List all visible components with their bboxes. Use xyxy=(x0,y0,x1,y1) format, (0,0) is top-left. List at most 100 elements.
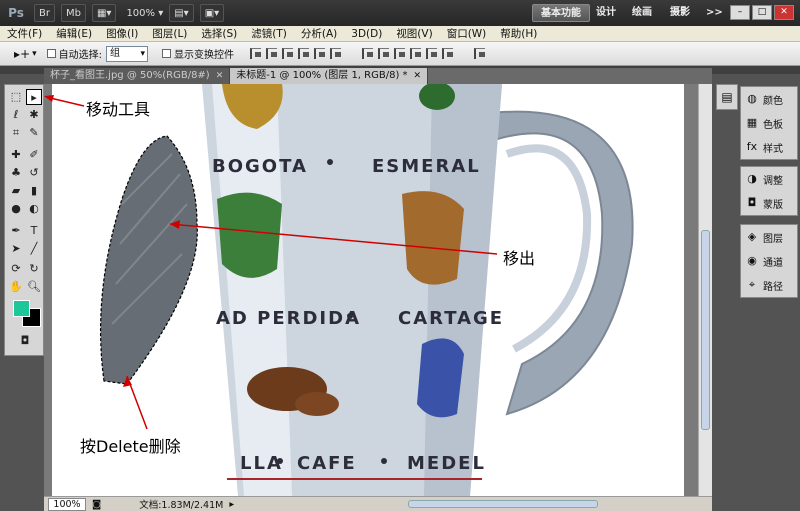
menu-file[interactable]: 文件(F) xyxy=(0,26,49,41)
history-panel-icon[interactable]: ▤ xyxy=(716,84,738,110)
foreground-color-swatch[interactable] xyxy=(13,300,30,317)
panel-styles[interactable]: fx 样式 xyxy=(741,135,797,159)
magic-wand-tool-icon[interactable]: ✱ xyxy=(26,107,42,123)
menu-help[interactable]: 帮助(H) xyxy=(493,26,544,41)
bridge-button[interactable]: Br xyxy=(34,4,55,22)
maximize-button[interactable]: □ xyxy=(752,5,772,20)
auto-select-dropdown[interactable]: 组 xyxy=(105,45,148,62)
menu-window[interactable]: 窗口(W) xyxy=(440,26,494,41)
clone-stamp-tool-icon[interactable]: ♣ xyxy=(8,165,24,181)
3d-rotate-tool-icon[interactable]: ⟳ xyxy=(8,261,24,277)
menu-view[interactable]: 视图(V) xyxy=(389,26,439,41)
close-button[interactable]: ✕ xyxy=(774,5,794,20)
workspace-design[interactable]: 设计 xyxy=(588,4,624,22)
brush-tool-icon[interactable]: ✐ xyxy=(26,147,42,163)
hand-tool-icon[interactable]: ✋ xyxy=(8,279,24,295)
distribute-right-icon[interactable] xyxy=(441,48,453,59)
panel-styles-label: 样式 xyxy=(763,143,783,155)
pen-tool-icon[interactable]: ✒ xyxy=(8,223,24,239)
workspace-painting[interactable]: 绘画 xyxy=(624,4,660,22)
blur-tool-icon[interactable]: ● xyxy=(8,201,24,217)
move-tool-icon[interactable]: ▸ xyxy=(26,89,42,105)
close-icon[interactable]: ✕ xyxy=(414,68,422,84)
status-zoom-field[interactable]: 100% xyxy=(48,497,86,511)
workspace-essentials[interactable]: 基本功能 xyxy=(532,4,590,22)
vertical-scroll-thumb[interactable] xyxy=(701,230,710,430)
horizontal-scroll-thumb[interactable] xyxy=(408,500,598,508)
line-tool-icon[interactable]: ╱ xyxy=(26,241,42,257)
menu-layer[interactable]: 图层(L) xyxy=(145,26,194,41)
close-icon[interactable]: ✕ xyxy=(216,68,224,84)
eyedropper-tool-icon[interactable]: ✎ xyxy=(26,125,42,141)
panel-masks-label: 蒙版 xyxy=(763,199,783,211)
panel-paths[interactable]: ⌖ 路径 xyxy=(741,273,797,297)
panel-layers[interactable]: ◈ 图层 xyxy=(741,225,797,249)
dodge-tool-icon[interactable]: ◐ xyxy=(26,201,42,217)
selection-fragment[interactable] xyxy=(99,135,198,385)
path-selection-tool-icon[interactable]: ➤ xyxy=(8,241,24,257)
layers-panel-group: ◈ 图层 ◉ 通道 ⌖ 路径 xyxy=(740,224,798,298)
auto-select-checkbox[interactable]: 自动选择: xyxy=(46,46,102,61)
distribute-bottom-icon[interactable] xyxy=(393,48,405,59)
menu-image[interactable]: 图像(I) xyxy=(99,26,145,41)
show-transform-checkbox[interactable]: 显示变换控件 xyxy=(161,46,234,61)
more-workspaces-button[interactable]: >> xyxy=(698,4,731,22)
zoom-level-dropdown[interactable]: 100% ▾ xyxy=(126,8,163,19)
distribute-buttons xyxy=(361,48,458,59)
panel-color[interactable]: ◍ 颜色 xyxy=(741,87,797,111)
layers-icon: ◈ xyxy=(747,230,757,243)
distribute-hcenter-icon[interactable] xyxy=(425,48,437,59)
menu-3d[interactable]: 3D(D) xyxy=(344,28,389,40)
vertical-scrollbar[interactable] xyxy=(698,84,712,496)
history-brush-tool-icon[interactable]: ↺ xyxy=(26,165,42,181)
3d-orbit-tool-icon[interactable]: ↻ xyxy=(26,261,42,277)
type-tool-icon[interactable]: T xyxy=(26,223,42,239)
lasso-tool-icon[interactable]: ℓ xyxy=(8,107,24,123)
menu-filter[interactable]: 滤镜(T) xyxy=(244,26,294,41)
right-panel-dock: ▤ ◍ 颜色 ▦ 色板 fx 样式 ◑ 调整 ◘ 蒙版 ◈ 图层 ◉ 通道 ⌖ 路径 xyxy=(712,74,800,511)
distribute-left-icon[interactable] xyxy=(409,48,421,59)
menu-edit[interactable]: 编辑(E) xyxy=(49,26,99,41)
screen-mode-icon[interactable]: ▣▾ xyxy=(199,4,225,22)
marquee-tool-icon[interactable]: ⬚ xyxy=(8,89,24,105)
checkbox-icon xyxy=(161,49,171,58)
panel-adjustments[interactable]: ◑ 调整 xyxy=(741,167,797,191)
align-hcenter-icon[interactable] xyxy=(313,48,325,59)
view-extras-icon[interactable]: ▦▾ xyxy=(91,4,117,22)
tab-cup-image[interactable]: 杯子_看图王.jpg @ 50%(RGB/8#) ✕ xyxy=(44,68,231,84)
crop-tool-icon[interactable]: ⌗ xyxy=(8,125,24,141)
status-menu-icon[interactable]: ▸ xyxy=(229,499,234,510)
quick-mask-icon[interactable]: ◘ xyxy=(8,333,42,349)
tool-preset-picker[interactable]: ▸+ xyxy=(14,47,30,61)
panel-masks[interactable]: ◘ 蒙版 xyxy=(741,191,797,215)
healing-brush-tool-icon[interactable]: ✚ xyxy=(8,147,24,163)
show-transform-label: 显示变换控件 xyxy=(173,50,234,61)
align-buttons xyxy=(249,48,346,59)
status-info-icon[interactable]: ◙ xyxy=(92,499,101,510)
mini-bridge-button[interactable]: Mb xyxy=(60,4,86,22)
align-right-icon[interactable] xyxy=(329,48,341,59)
align-bottom-icon[interactable] xyxy=(281,48,293,59)
menu-analysis[interactable]: 分析(A) xyxy=(294,26,344,41)
align-left-icon[interactable] xyxy=(297,48,309,59)
arrange-documents-icon[interactable]: ▤▾ xyxy=(169,4,194,22)
eraser-tool-icon[interactable]: ▰ xyxy=(8,183,24,199)
gradient-tool-icon[interactable]: ▮ xyxy=(26,183,42,199)
chevron-down-icon[interactable]: ▾ xyxy=(32,49,37,59)
panel-swatches[interactable]: ▦ 色板 xyxy=(741,111,797,135)
tab-label: 杯子_看图王.jpg @ 50%(RGB/8#) xyxy=(50,70,210,81)
distribute-top-icon[interactable] xyxy=(361,48,373,59)
align-top-icon[interactable] xyxy=(249,48,261,59)
auto-align-buttons xyxy=(473,48,490,59)
menu-select[interactable]: 选择(S) xyxy=(194,26,244,41)
mug-word-cafe: CAFE xyxy=(297,453,357,474)
auto-align-layers-icon[interactable] xyxy=(473,48,485,59)
minimize-button[interactable]: – xyxy=(730,5,750,20)
zoom-tool-icon[interactable]: 🔍︎ xyxy=(26,279,42,295)
channels-icon: ◉ xyxy=(747,254,757,267)
workspace-photography[interactable]: 摄影 xyxy=(662,4,698,22)
tab-untitled[interactable]: 未标题-1 @ 100% (图层 1, RGB/8) * ✕ xyxy=(230,68,429,84)
align-vcenter-icon[interactable] xyxy=(265,48,277,59)
distribute-vcenter-icon[interactable] xyxy=(377,48,389,59)
panel-channels[interactable]: ◉ 通道 xyxy=(741,249,797,273)
